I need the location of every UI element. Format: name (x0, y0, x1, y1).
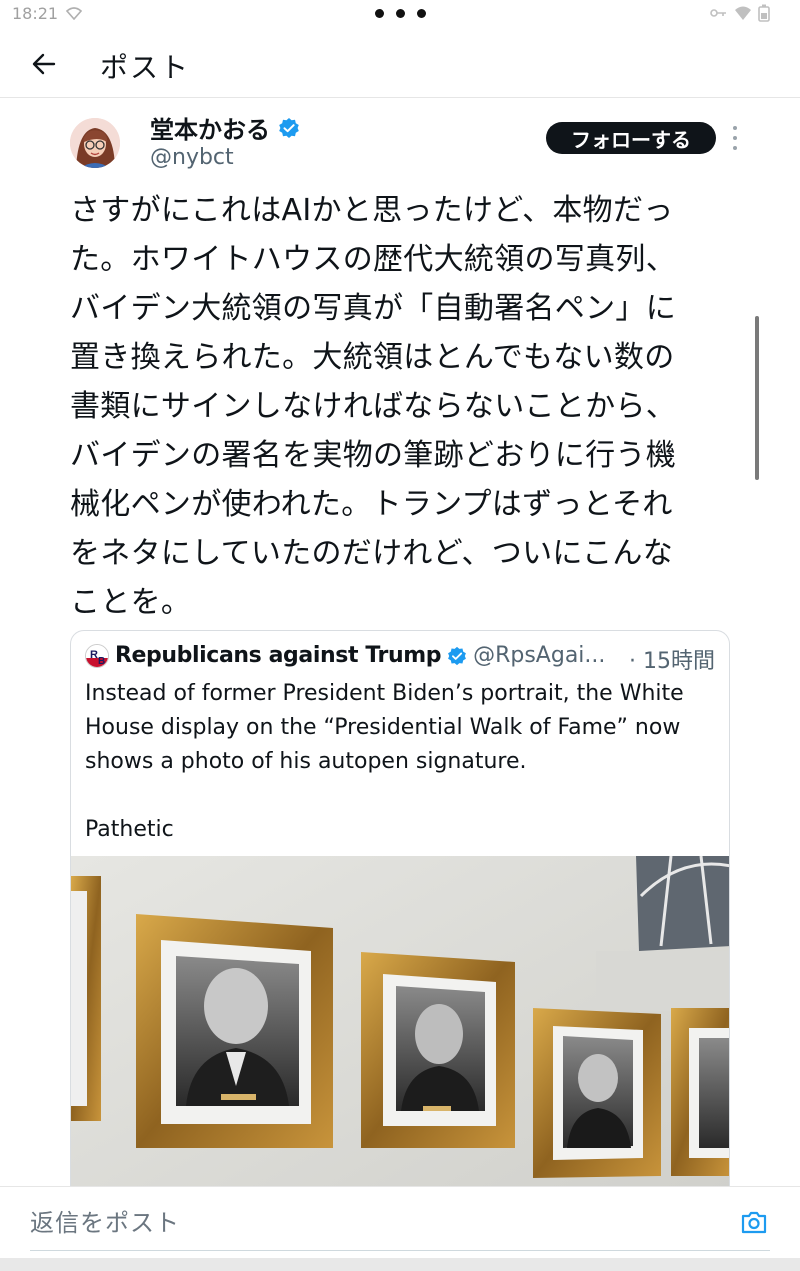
key-icon (710, 9, 726, 17)
reply-input[interactable] (30, 1205, 720, 1241)
camera-icon (741, 1211, 767, 1234)
status-icons (710, 4, 770, 22)
reply-bar (0, 1186, 800, 1258)
svg-text:B: B (98, 656, 105, 667)
more-options-icon[interactable] (728, 126, 742, 150)
quote-author-handle: @RpsAgai... (473, 643, 606, 668)
battery-icon (758, 4, 770, 22)
verified-badge-icon (448, 646, 467, 665)
quote-header: R B Republicans against Trump @RpsAgai..… (85, 643, 605, 668)
status-bar: 18:21 (0, 0, 800, 28)
quote-author-name: Republicans against Trump (115, 643, 442, 668)
app-header: ポスト (0, 30, 800, 98)
verified-badge-icon (279, 117, 299, 138)
system-nav-bar (0, 1258, 800, 1271)
scrollbar[interactable] (755, 316, 759, 480)
tweet-text: さすがにこれはAIかと思ったけど、本物だっ た。ホワイトハウスの歴代大統領の写真… (70, 193, 676, 620)
page-title: ポスト (100, 51, 191, 84)
author-name-row: 堂本かおる (150, 110, 300, 145)
camera-button[interactable] (740, 1209, 770, 1237)
quoted-post-card[interactable]: R B Republicans against Trump @RpsAgai..… (70, 630, 730, 1230)
follow-button[interactable]: フォローする (546, 122, 716, 154)
author-handle[interactable]: @nybct (150, 145, 234, 170)
status-time: 18:21 (12, 4, 59, 23)
svg-text:R: R (90, 649, 98, 661)
reply-underline (30, 1250, 770, 1251)
quote-timestamp: · 15時間 (629, 649, 715, 674)
author-name[interactable]: 堂本かおる (150, 110, 270, 145)
quote-text: Instead of former President Biden’s port… (85, 681, 684, 842)
quote-media-photo[interactable] (71, 855, 729, 1229)
wifi-icon (65, 5, 83, 24)
wifi-signal-icon (735, 6, 751, 20)
arrow-left-icon (32, 53, 56, 75)
quote-avatar: R B (85, 643, 109, 668)
back-button[interactable] (26, 48, 62, 80)
camera-notch-dots (375, 4, 426, 18)
avatar[interactable] (70, 118, 120, 168)
